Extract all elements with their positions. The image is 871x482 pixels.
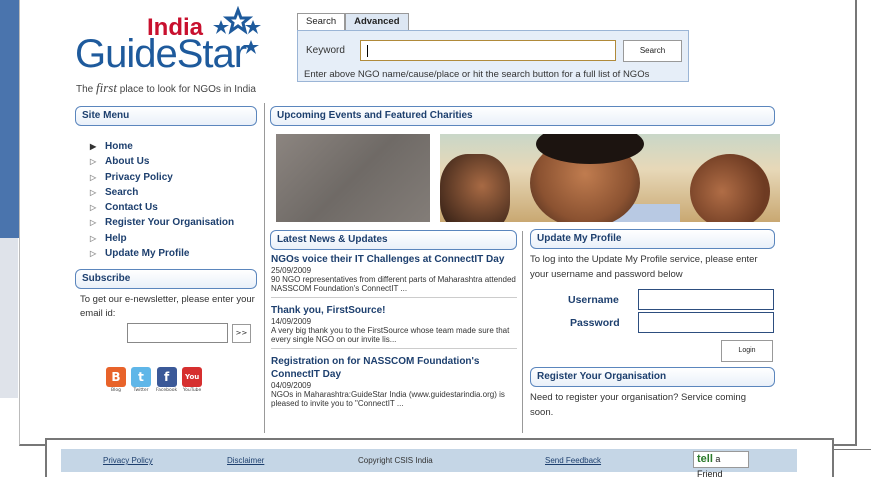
- search-panel: Keyword Search Enter above NGO name/caus…: [297, 30, 689, 82]
- featured-image[interactable]: [276, 134, 430, 222]
- logo-tagline: The first place to look for NGOs in Indi…: [76, 80, 256, 95]
- news-title-link[interactable]: Registration on for NASSCOM Foundation's…: [271, 355, 517, 381]
- facebook-link[interactable]: f Facebook: [156, 367, 177, 393]
- menu-item-privacy-policy[interactable]: ▷ Privacy Policy: [90, 170, 234, 185]
- blog-link[interactable]: B Blog: [106, 367, 126, 393]
- login-button[interactable]: Login: [721, 340, 773, 362]
- menu-item-about-us[interactable]: ▷ About Us: [90, 154, 234, 169]
- twitter-icon: t: [131, 367, 151, 387]
- footer-feedback-link[interactable]: Send Feedback: [545, 456, 601, 465]
- email-input[interactable]: [127, 323, 228, 343]
- youtube-icon: You: [182, 367, 203, 387]
- subscribe-button[interactable]: >>: [232, 324, 251, 343]
- search-tabs: Search Advanced: [297, 13, 409, 30]
- password-input[interactable]: [638, 312, 774, 333]
- arrow-right-icon: ▷: [90, 172, 97, 182]
- site-menu-header: Site Menu: [75, 106, 257, 126]
- search-help-text: Enter above NGO name/cause/place or hit …: [304, 69, 650, 80]
- news-title-link[interactable]: Thank you, FirstSource!: [271, 304, 517, 317]
- username-label: Username: [568, 294, 619, 306]
- tell-logo-text: tell: [697, 453, 713, 465]
- update-profile-header: Update My Profile: [530, 229, 775, 249]
- keyword-input[interactable]: [360, 40, 616, 61]
- youtube-caption: YouTube: [183, 388, 202, 393]
- footer-bar: Privacy Policy Disclaimer Copyright CSIS…: [61, 449, 797, 472]
- blog-caption: Blog: [111, 388, 121, 393]
- news-title-link[interactable]: NGOs voice their IT Challenges at Connec…: [271, 253, 517, 266]
- tab-search[interactable]: Search: [297, 13, 346, 30]
- tab-advanced[interactable]: Advanced: [345, 13, 409, 30]
- facebook-caption: Facebook: [156, 388, 178, 393]
- update-profile-text: To log into the Update My Profile servic…: [530, 254, 758, 280]
- news-date: 25/09/2009: [271, 266, 312, 275]
- footer-privacy-link[interactable]: Privacy Policy: [103, 456, 153, 465]
- news-body: 90 NGO representatives from different pa…: [271, 275, 516, 293]
- youtube-link[interactable]: You YouTube: [182, 367, 203, 393]
- column-divider: [522, 231, 523, 433]
- arrow-right-icon: ▷: [90, 233, 97, 243]
- username-input[interactable]: [638, 289, 774, 310]
- arrow-right-icon: ▷: [90, 249, 97, 259]
- menu-item-search[interactable]: ▷ Search: [90, 185, 234, 200]
- news-body: NGOs in Maharashtra:GuideStar India (www…: [271, 390, 505, 408]
- arrow-right-icon: ▷: [90, 187, 97, 197]
- text-caret: [367, 45, 368, 57]
- logo-guidestar-text: GuideStar: [75, 32, 247, 76]
- news-date: 04/09/2009: [271, 381, 312, 390]
- arrow-right-icon: ▶: [90, 142, 97, 151]
- twitter-link[interactable]: t Twitter: [131, 367, 151, 393]
- register-header: Register Your Organisation: [530, 367, 775, 387]
- news-list: NGOs voice their IT Challenges at Connec…: [271, 253, 517, 418]
- menu-item-contact-us[interactable]: ▷ Contact Us: [90, 200, 234, 215]
- keyword-label: Keyword: [306, 45, 345, 56]
- news-item: NGOs voice their IT Challenges at Connec…: [271, 253, 517, 298]
- column-divider: [264, 103, 265, 433]
- news-item: Registration on for NASSCOM Foundation's…: [271, 355, 517, 412]
- child-figure: [440, 154, 510, 222]
- news-date: 14/09/2009: [271, 317, 312, 326]
- search-button[interactable]: Search: [623, 40, 682, 62]
- arrow-right-icon: ▷: [90, 203, 97, 213]
- guidestar-logo[interactable]: India GuideStar The first place to look …: [75, 6, 275, 95]
- child-figure: [690, 154, 770, 222]
- menu-item-home[interactable]: ▶ Home: [90, 139, 234, 154]
- tell-a-friend-button[interactable]: tell a Friend: [693, 451, 749, 479]
- left-accent-strip-lower: [0, 238, 18, 398]
- menu-item-update-profile[interactable]: ▷ Update My Profile: [90, 246, 234, 261]
- news-body: A very big thank you to the FirstSource …: [271, 326, 510, 344]
- blog-icon: B: [106, 367, 126, 387]
- password-label: Password: [570, 317, 620, 329]
- footer-copyright: Copyright CSIS India: [358, 456, 433, 465]
- social-icons: B Blog t Twitter f Facebook You YouTube: [106, 367, 203, 393]
- menu-item-help[interactable]: ▷ Help: [90, 231, 234, 246]
- register-text: Need to register your organisation? Serv…: [530, 392, 746, 418]
- news-header: Latest News & Updates: [270, 230, 517, 250]
- twitter-caption: Twitter: [133, 388, 149, 393]
- footer-disclaimer-link[interactable]: Disclaimer: [227, 456, 264, 465]
- arrow-right-icon: ▷: [90, 157, 97, 167]
- events-header: Upcoming Events and Featured Charities: [270, 106, 775, 126]
- subscribe-header: Subscribe: [75, 269, 257, 289]
- featured-children-photo[interactable]: [440, 134, 780, 222]
- menu-item-register[interactable]: ▷ Register Your Organisation: [90, 215, 234, 230]
- facebook-icon: f: [156, 367, 177, 387]
- site-menu: ▶ Home ▷ About Us ▷ Privacy Policy ▷ Search …: [90, 139, 234, 261]
- subscribe-text: To get our e-newsletter, please enter yo…: [80, 294, 255, 319]
- arrow-right-icon: ▷: [90, 218, 97, 228]
- news-item: Thank you, FirstSource! 14/09/2009 A ver…: [271, 304, 517, 349]
